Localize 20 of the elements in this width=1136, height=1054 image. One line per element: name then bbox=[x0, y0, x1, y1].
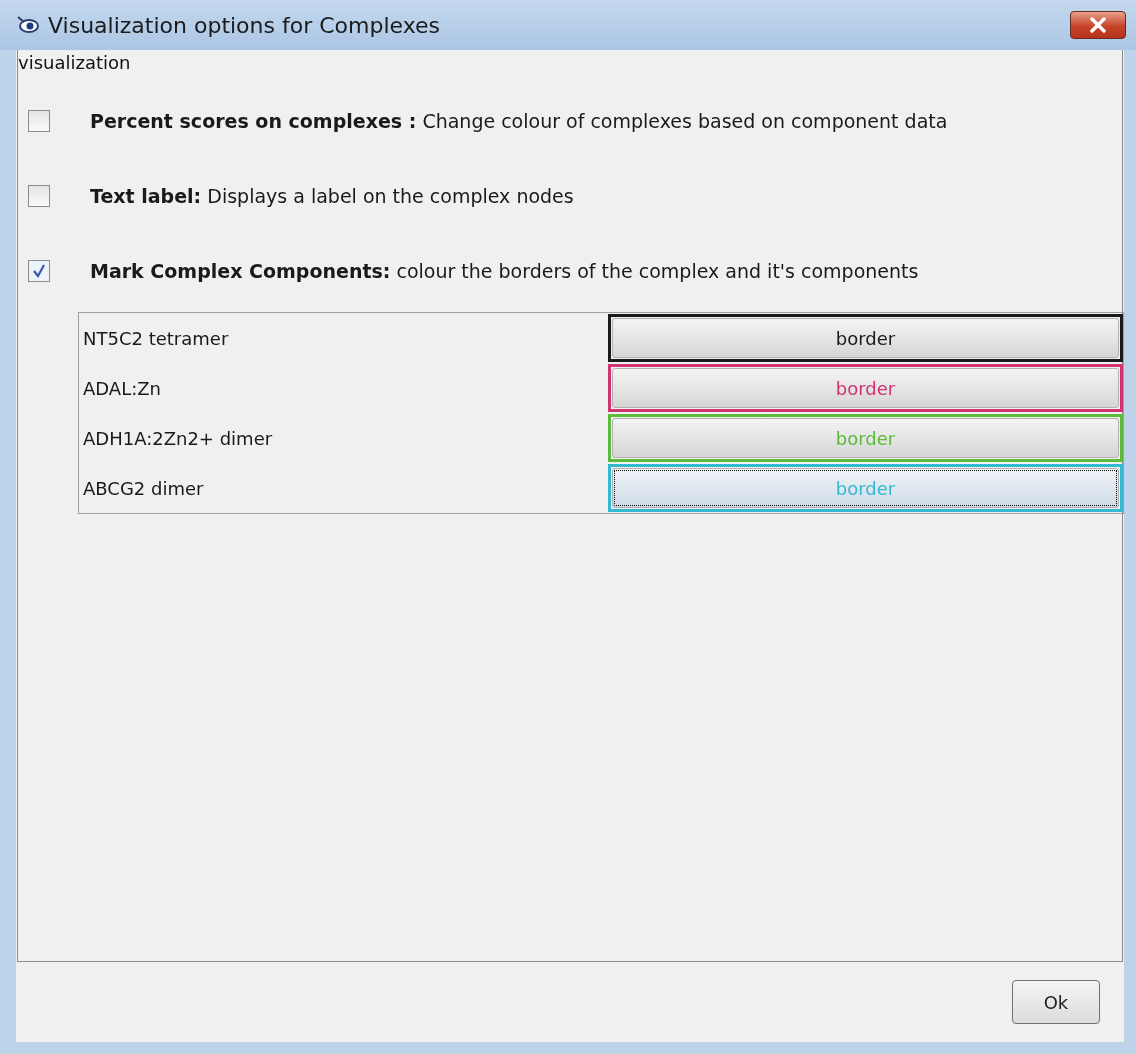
border-button[interactable]: border bbox=[612, 368, 1119, 408]
border-button[interactable]: border bbox=[612, 318, 1119, 358]
complex-name: NT5C2 tetramer bbox=[82, 327, 230, 349]
ok-button[interactable]: Ok bbox=[1012, 980, 1100, 1024]
window-title: Visualization options for Complexes bbox=[48, 12, 442, 38]
complex-name: ADAL:Zn bbox=[82, 377, 162, 399]
eye-icon bbox=[16, 14, 40, 36]
option-label: Percent scores on complexes : Change colour of complexes based on component data bbox=[90, 109, 948, 132]
complex-name: ADH1A:2Zn2+ dimer bbox=[82, 427, 274, 449]
close-icon bbox=[1089, 17, 1107, 33]
border-button[interactable]: border bbox=[612, 418, 1119, 458]
close-button[interactable] bbox=[1070, 11, 1126, 39]
check-icon bbox=[31, 262, 47, 279]
option-label: Text label: Displays a label on the complex nodes bbox=[90, 184, 574, 207]
checkbox[interactable] bbox=[28, 259, 50, 282]
option-label: Mark Complex Components: colour the borders of the complex and it's components bbox=[90, 259, 919, 282]
checkbox[interactable] bbox=[28, 184, 50, 207]
section-label: visualization bbox=[18, 51, 131, 73]
complex-name: ABCG2 dimer bbox=[82, 477, 205, 499]
checkbox[interactable] bbox=[28, 109, 50, 132]
